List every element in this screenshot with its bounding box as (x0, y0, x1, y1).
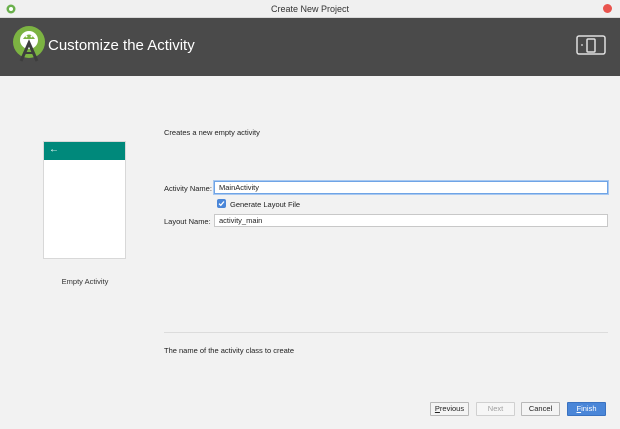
close-icon[interactable] (603, 4, 612, 13)
layout-name-label: Layout Name: (164, 217, 211, 226)
activity-name-label: Activity Name: (164, 184, 212, 193)
next-button[interactable]: Next (476, 402, 515, 416)
activity-description: Creates a new empty activity (164, 128, 260, 137)
checkmark-icon (218, 201, 225, 207)
activity-preview: ← (43, 141, 126, 259)
preview-app-bar: ← (44, 142, 125, 160)
window-titlebar: Create New Project (0, 0, 620, 18)
page-title: Customize the Activity (48, 37, 195, 54)
finish-button[interactable]: Finish (567, 402, 606, 416)
field-help-text: The name of the activity class to create (164, 346, 295, 355)
cancel-button[interactable]: Cancel (521, 402, 560, 416)
wizard-header: Customize the Activity (0, 18, 620, 76)
activity-template-label: Empty Activity (61, 277, 109, 286)
window-title: Create New Project (270, 4, 350, 14)
generate-layout-checkbox[interactable] (217, 199, 226, 208)
device-form-factor-icon (576, 35, 606, 55)
previous-button[interactable]: Previous (430, 402, 469, 416)
back-arrow-icon: ← (49, 144, 59, 155)
activity-name-input[interactable] (214, 181, 608, 194)
divider (164, 332, 608, 333)
android-studio-logo-icon (13, 26, 45, 62)
generate-layout-label: Generate Layout File (230, 200, 301, 209)
layout-name-input[interactable] (214, 214, 608, 227)
